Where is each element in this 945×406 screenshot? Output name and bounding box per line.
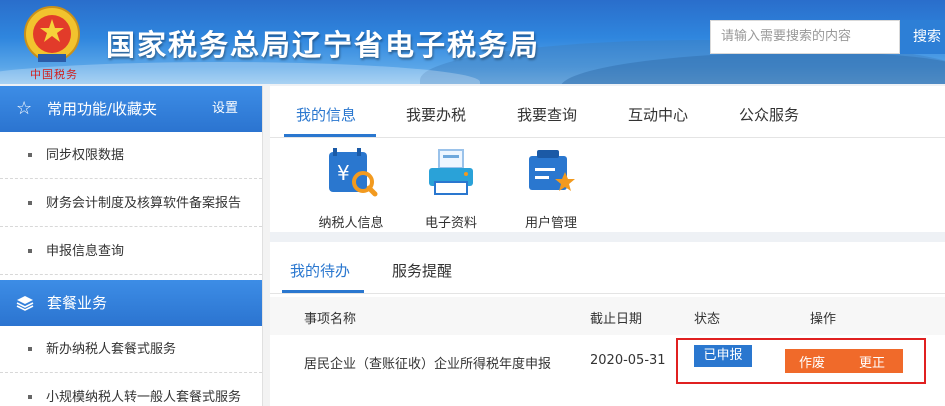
quick-link-electronic-documents[interactable]: 电子资料 [406,144,496,231]
settings-link[interactable]: 设置 [212,86,238,132]
sidebar-section-label: 套餐业务 [47,294,108,312]
quick-link-label: 电子资料 [424,216,477,231]
highlight-box [676,338,926,384]
todo-tabs: 我的待办 服务提醒 [270,242,945,294]
layers-icon [16,280,34,326]
sidebar-item-sync-permissions[interactable]: 同步权限数据 [0,132,262,179]
column-header-deadline: 截止日期 [590,312,643,327]
active-tab-indicator [284,134,376,137]
quick-link-label: 用户管理 [524,216,577,231]
search-input[interactable]: 请输入需要搜索的内容 [710,20,900,54]
todo-item-name[interactable]: 居民企业（查账征收）企业所得税年度申报 [304,353,551,372]
sidebar-favorites-header[interactable]: ☆ 常用功能/收藏夹 设置 [0,86,262,132]
sidebar-item-label: 申报信息查询 [46,244,125,259]
site-header: 中国税务 国家税务总局辽宁省电子税务局 请输入需要搜索的内容 搜索 [0,0,945,84]
star-icon: ☆ [16,98,33,119]
sidebar-item-label: 小规模纳税人转一般人套餐式服务 [46,390,242,405]
taxpayer-info-icon: ¥ [329,148,378,197]
user-management-icon [529,150,575,191]
bullet-icon [28,153,32,157]
bullet-icon [28,249,32,253]
sidebar-item-label: 新办纳税人套餐式服务 [46,342,177,357]
tab-tax-handling[interactable]: 我要办税 [406,104,466,125]
sidebar-scrollbar[interactable] [262,86,270,406]
quick-link-taxpayer-info[interactable]: ¥ 纳税人信息 [306,144,396,231]
sidebar-item-small-to-general-package[interactable]: 小规模纳税人转一般人套餐式服务 [0,374,262,406]
sidebar-item-declaration-query[interactable]: 申报信息查询 [0,228,262,275]
search-button[interactable]: 搜索 [900,20,945,54]
table-header: 事项名称 截止日期 状态 操作 [270,297,945,335]
column-header-status: 状态 [694,312,721,327]
sidebar-item-label: 财务会计制度及核算软件备案报告 [46,196,242,211]
sidebar-section-label: 常用功能/收藏夹 [47,100,158,118]
bullet-icon [28,395,32,399]
tab-query[interactable]: 我要查询 [517,104,577,125]
tab-my-todo[interactable]: 我的待办 [290,260,350,281]
todo-deadline: 2020-05-31 [590,353,666,368]
bullet-icon [28,201,32,205]
column-header-item-name: 事项名称 [304,312,357,327]
tab-public-service[interactable]: 公众服务 [739,104,799,125]
sidebar-item-label: 同步权限数据 [46,148,125,163]
sidebar: ☆ 常用功能/收藏夹 设置 同步权限数据 财务会计制度及核算软件备案报告 申报信… [0,86,262,406]
tax-emblem-icon [24,6,80,62]
bullet-icon [28,347,32,351]
active-tab-indicator [282,290,364,293]
main-tabs: 我的信息 我要办税 我要查询 互动中心 公众服务 [270,86,945,138]
site-title: 国家税务总局辽宁省电子税务局 [106,28,541,62]
my-info-panel: 我的信息 我要办税 我要查询 互动中心 公众服务 ¥ 纳税人信息 电子资料 用户… [270,86,945,232]
sidebar-item-accounting-filing[interactable]: 财务会计制度及核算软件备案报告 [0,180,262,227]
quick-link-label: 纳税人信息 [318,216,384,231]
tab-my-info[interactable]: 我的信息 [296,104,356,125]
tab-service-reminder[interactable]: 服务提醒 [392,260,452,281]
sidebar-package-header[interactable]: 套餐业务 [0,280,262,326]
svg-text:¥: ¥ [337,161,350,185]
sidebar-item-new-taxpayer-package[interactable]: 新办纳税人套餐式服务 [0,326,262,373]
todo-panel: 我的待办 服务提醒 事项名称 截止日期 状态 操作 居民企业（查账征收）企业所得… [270,242,945,406]
tab-interaction-center[interactable]: 互动中心 [628,104,688,125]
printer-icon [429,149,473,195]
emblem-caption: 中国税务 [30,68,78,81]
column-header-operation: 操作 [810,312,837,327]
quick-link-user-management[interactable]: 用户管理 [506,144,596,231]
